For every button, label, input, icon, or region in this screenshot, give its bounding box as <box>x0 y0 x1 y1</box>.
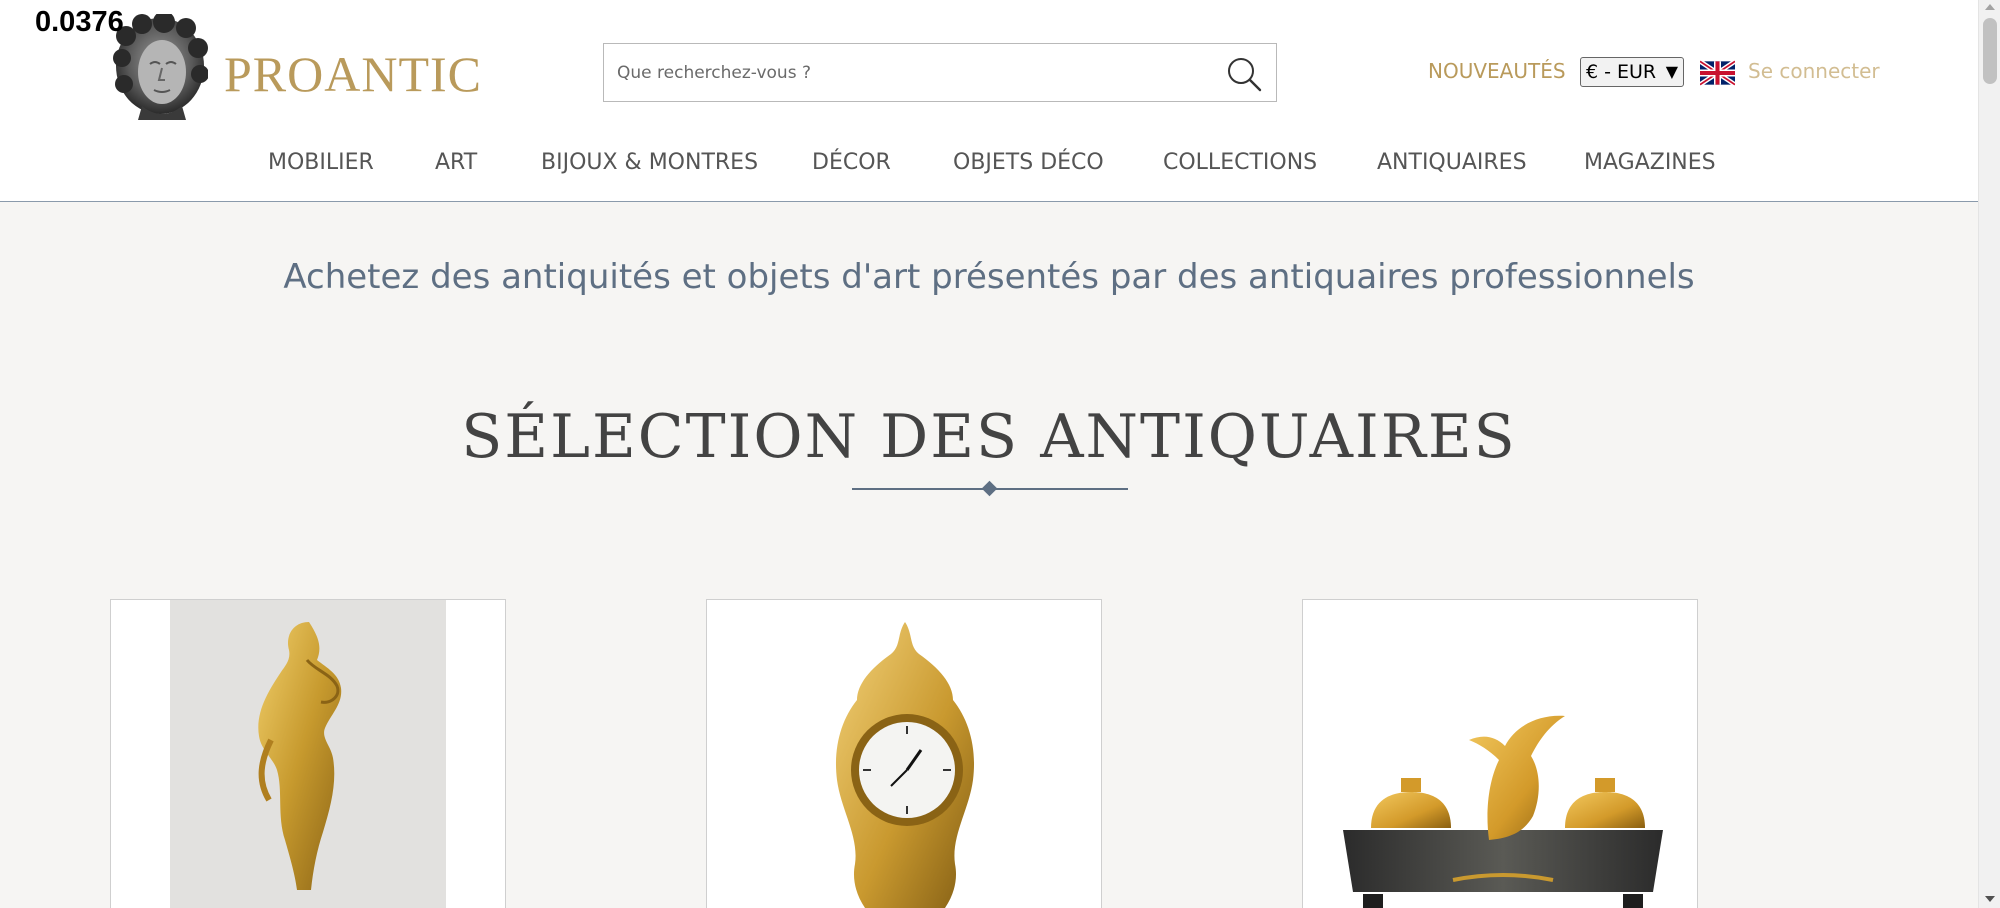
search-input[interactable] <box>604 44 1204 101</box>
nav-item-decor[interactable]: DÉCOR <box>812 150 891 175</box>
proantic-page: 0.0376 PROANTIC Que recherchez-vous ? NO… <box>0 0 2000 908</box>
product-card-bronze-figure[interactable] <box>110 599 506 908</box>
scroll-thumb[interactable] <box>1983 18 1997 84</box>
classical-head-logo[interactable] <box>112 14 208 122</box>
nav-item-objets-deco[interactable]: OBJETS DÉCO <box>953 150 1104 175</box>
login-link[interactable]: Se connecter <box>1748 59 1880 83</box>
uk-flag-icon[interactable] <box>1700 60 1735 86</box>
new-arrivals-link[interactable]: NOUVEAUTÉS <box>1428 59 1566 83</box>
gilt-clock-image <box>836 622 974 908</box>
currency-select[interactable]: € - EUR ▼ <box>1580 57 1684 87</box>
nav-item-bijoux-montres[interactable]: BIJOUX & MONTRES <box>541 150 758 175</box>
section-title: SÉLECTION DES ANTIQUAIRES <box>461 402 1517 472</box>
main-nav: MOBILIER ART BIJOUX & MONTRES DÉCOR OBJE… <box>0 150 1978 180</box>
eagle-inkstand-image <box>1343 715 1663 908</box>
page-scrollbar[interactable] <box>1978 0 2000 908</box>
bronze-figure-image <box>170 600 446 908</box>
nav-item-art[interactable]: ART <box>435 150 477 175</box>
product-card-eagle-inkstand[interactable] <box>1302 599 1698 908</box>
nav-item-collections[interactable]: COLLECTIONS <box>1163 150 1317 175</box>
currency-value: € - EUR <box>1586 61 1657 83</box>
nav-item-mobilier[interactable]: MOBILIER <box>268 150 374 175</box>
search-bar <box>603 43 1277 102</box>
nav-item-antiquaires[interactable]: ANTIQUAIRES <box>1377 150 1527 175</box>
chevron-down-icon: ▼ <box>1665 62 1678 81</box>
divider-diamond-icon <box>981 480 998 497</box>
nav-item-magazines[interactable]: MAGAZINES <box>1584 150 1716 175</box>
scroll-up-arrow-icon[interactable] <box>1985 4 1995 10</box>
scroll-down-arrow-icon[interactable] <box>1985 896 1995 902</box>
brand-name[interactable]: PROANTIC <box>224 45 482 103</box>
product-card-gilt-clock[interactable] <box>706 599 1102 908</box>
overlay-value: 0.0376 <box>35 6 124 38</box>
search-icon[interactable] <box>1226 56 1262 92</box>
site-header: PROANTIC NOUVEAUTÉS € - EUR ▼ Se connect… <box>0 0 1978 202</box>
tagline: Achetez des antiquités et objets d'art p… <box>283 257 1695 297</box>
